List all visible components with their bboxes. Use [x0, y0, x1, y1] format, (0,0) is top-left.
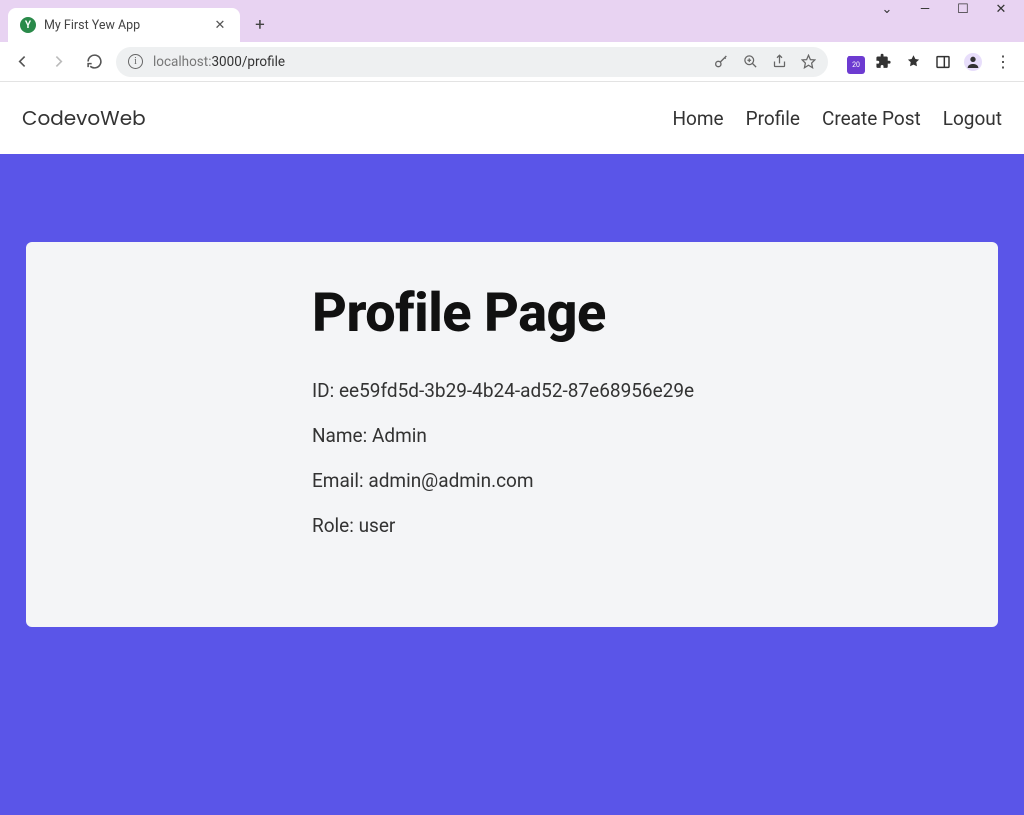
browser-tab[interactable]: Y My First Yew App ✕ — [8, 8, 240, 42]
share-icon[interactable] — [772, 54, 787, 69]
nav-home[interactable]: Home — [673, 107, 724, 130]
nav-links: Home Profile Create Post Logout — [673, 107, 1003, 130]
url-text: localhost:3000/profile — [153, 54, 703, 70]
browser-tab-strip: Y My First Yew App ✕ + ⌄ — ☐ ✕ — [0, 0, 1024, 42]
extension-store-icon[interactable]: 20 — [844, 53, 862, 71]
profile-avatar-icon[interactable] — [964, 53, 982, 71]
forward-button[interactable] — [44, 48, 72, 76]
extensions-puzzle-icon[interactable] — [874, 53, 892, 71]
profile-name: Name: Admin — [312, 424, 952, 447]
profile-email: Email: admin@admin.com — [312, 469, 952, 492]
minimize-icon[interactable]: — — [918, 2, 932, 16]
bookmark-star-icon[interactable] — [801, 54, 816, 69]
hero-section: Profile Page ID: ee59fd5d-3b29-4b24-ad52… — [0, 154, 1024, 815]
profile-card: Profile Page ID: ee59fd5d-3b29-4b24-ad52… — [26, 242, 998, 627]
nav-profile[interactable]: Profile — [746, 107, 800, 130]
brand-logo[interactable]: CodevoWeb — [22, 103, 146, 133]
tab-close-icon[interactable]: ✕ — [212, 18, 228, 33]
app-navbar: CodevoWeb Home Profile Create Post Logou… — [0, 82, 1024, 154]
profile-role: Role: user — [312, 514, 952, 537]
new-tab-button[interactable]: + — [246, 11, 274, 39]
sidepanel-icon[interactable] — [934, 53, 952, 71]
nav-create-post[interactable]: Create Post — [822, 107, 921, 130]
zoom-icon[interactable] — [743, 54, 758, 69]
maximize-icon[interactable]: ☐ — [956, 2, 970, 16]
back-button[interactable] — [8, 48, 36, 76]
tab-title: My First Yew App — [44, 18, 204, 33]
browser-menu-icon[interactable]: ⋮ — [994, 53, 1012, 71]
reload-button[interactable] — [80, 48, 108, 76]
site-info-icon[interactable]: i — [128, 54, 143, 69]
window-controls: ⌄ — ☐ ✕ — [880, 2, 1008, 16]
profile-id: ID: ee59fd5d-3b29-4b24-ad52-87e68956e29e — [312, 379, 952, 402]
page-title: Profile Page — [312, 282, 952, 345]
extension-pin-icon[interactable] — [904, 53, 922, 71]
chevron-down-icon[interactable]: ⌄ — [880, 2, 894, 16]
key-icon[interactable] — [713, 54, 729, 70]
nav-logout[interactable]: Logout — [943, 107, 1002, 130]
extension-icons: 20 ⋮ — [836, 53, 1016, 71]
browser-toolbar: i localhost:3000/profile 20 — [0, 42, 1024, 82]
tab-favicon-icon: Y — [20, 17, 36, 33]
close-window-icon[interactable]: ✕ — [994, 2, 1008, 16]
address-bar-actions — [713, 54, 816, 70]
address-bar[interactable]: i localhost:3000/profile — [116, 47, 828, 77]
